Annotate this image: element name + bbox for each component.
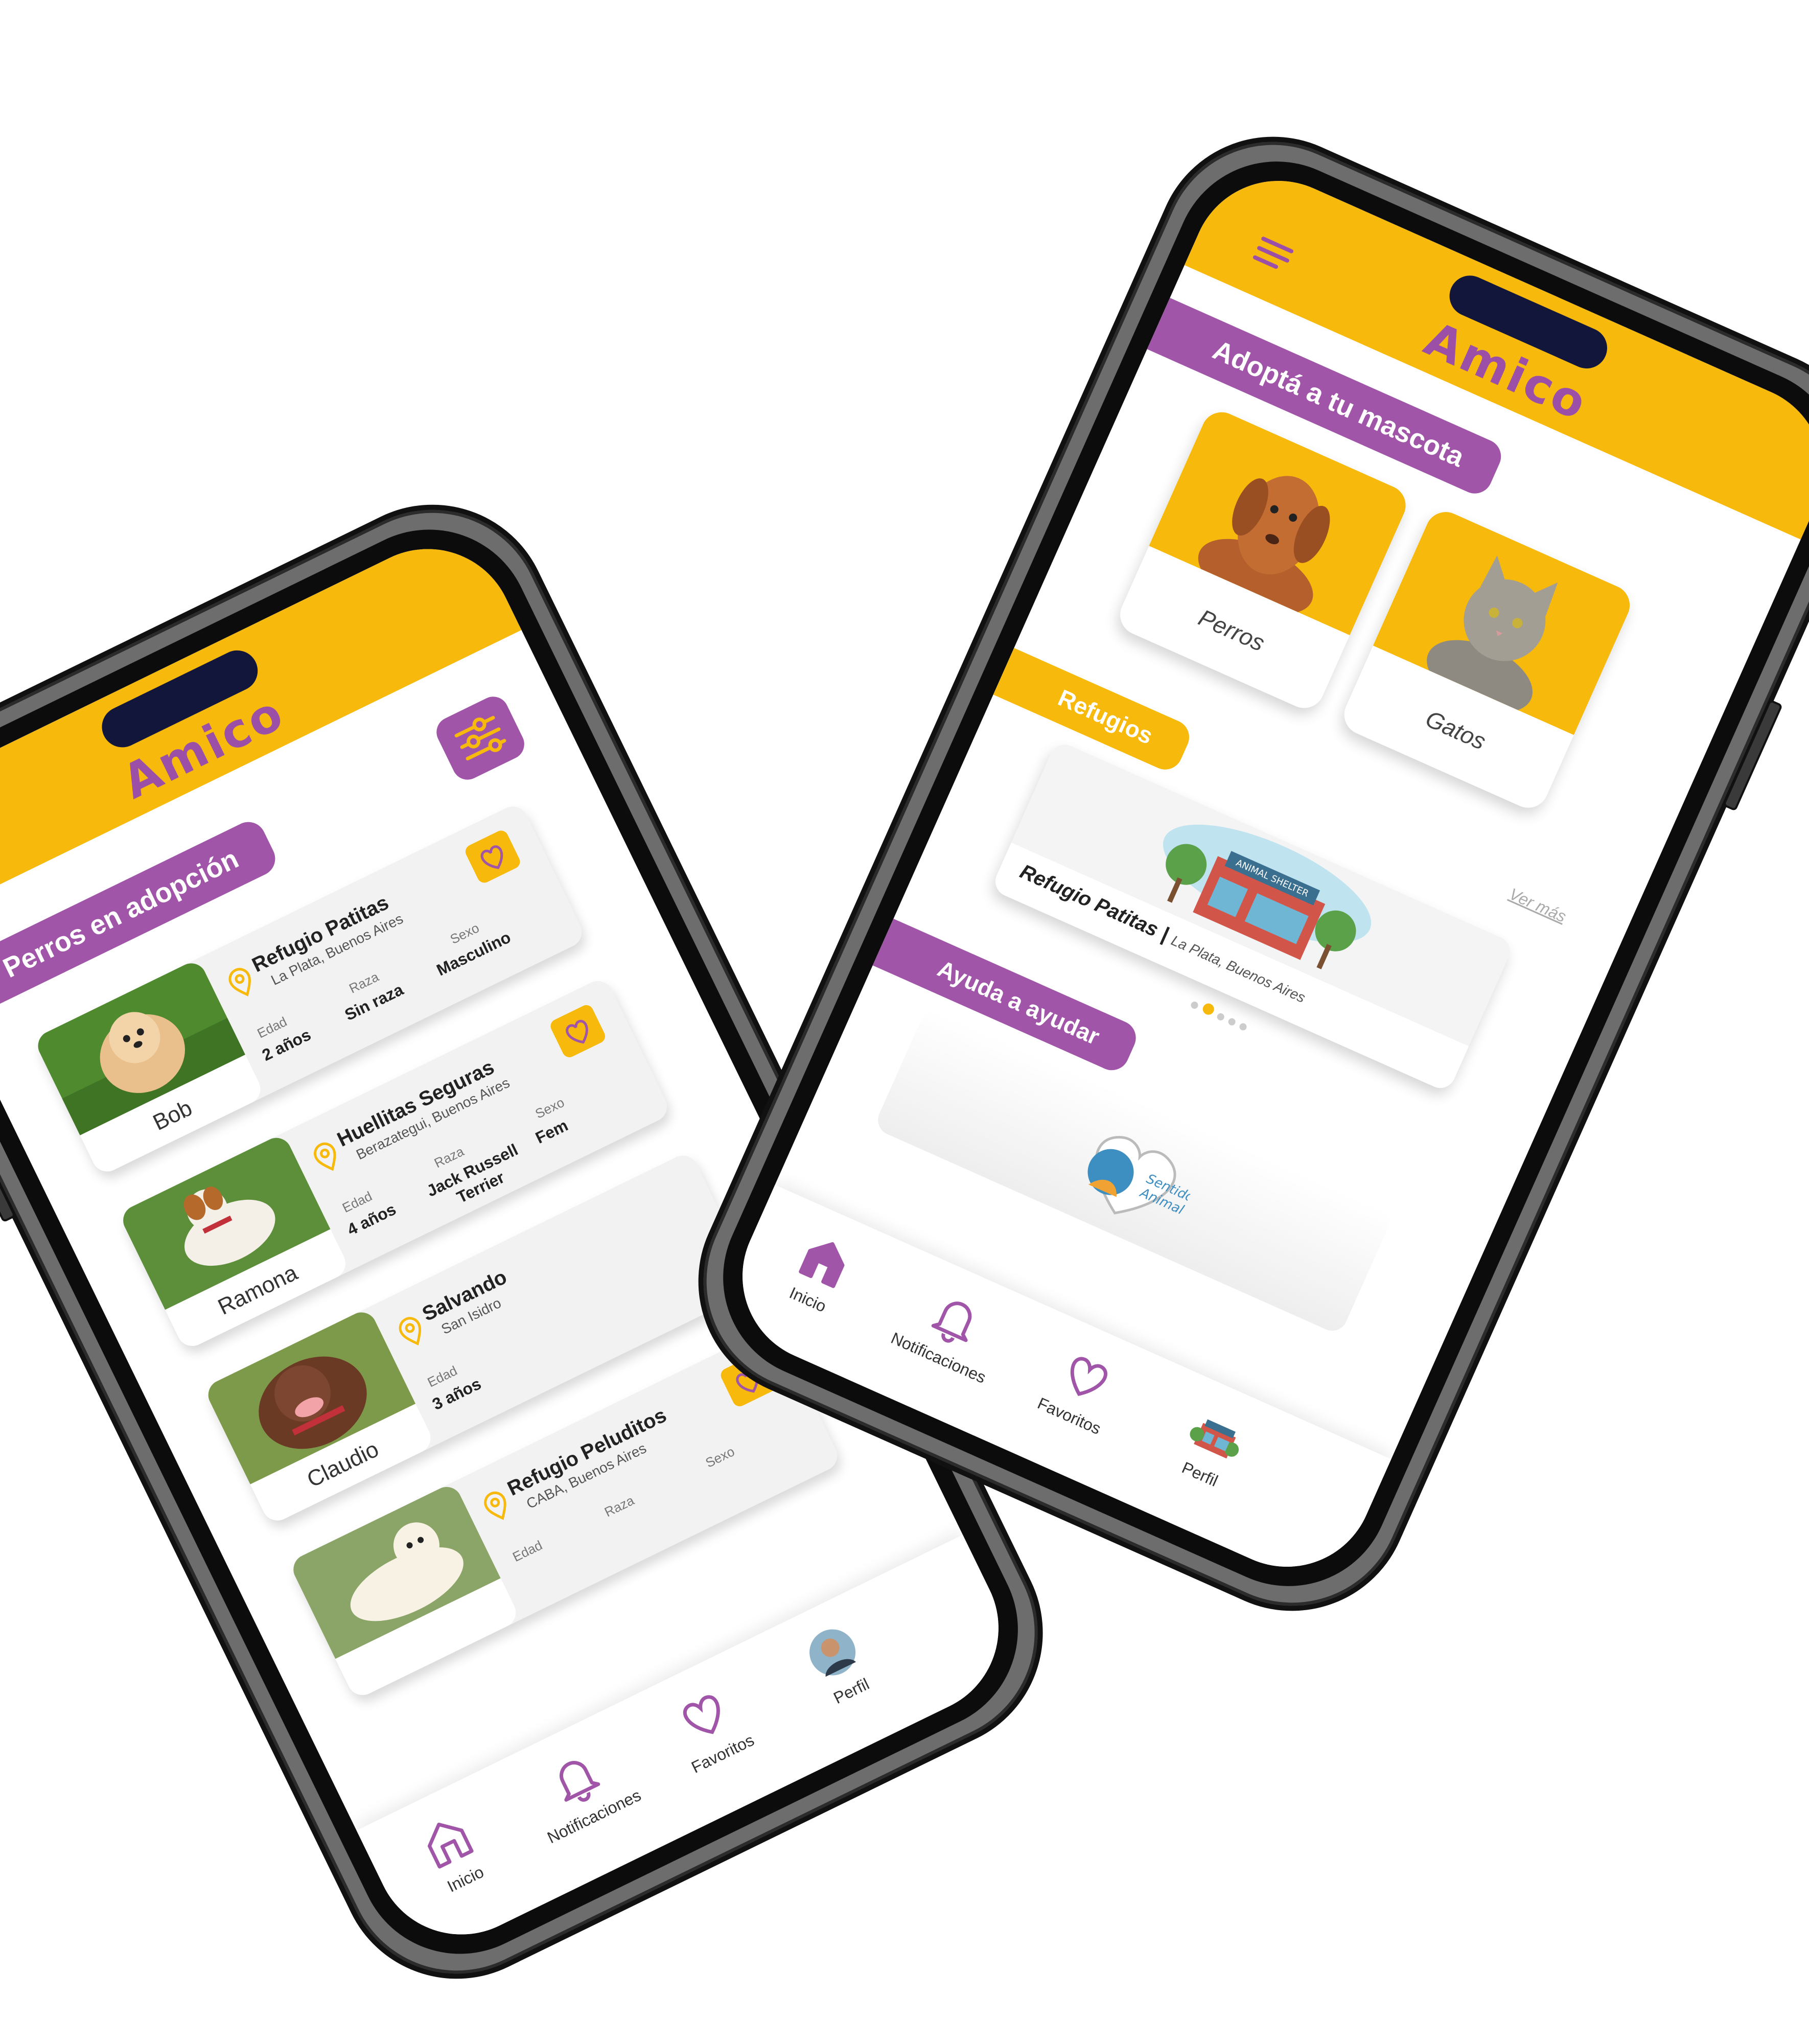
sex-value: Fem — [532, 1116, 571, 1147]
location-pin-icon — [484, 1491, 506, 1520]
nav-home[interactable]: Inicio — [743, 1207, 897, 1335]
carousel-dot-active[interactable] — [1201, 1002, 1216, 1017]
location-pin-icon — [314, 1142, 336, 1171]
heart-icon — [480, 845, 503, 869]
sentido-animal-logo: Sentido Animal — [1087, 1136, 1196, 1218]
nav-notifications[interactable]: Notificaciones — [503, 1724, 658, 1854]
nav-favorites[interactable]: Favoritos — [632, 1661, 786, 1792]
nav-profile[interactable]: Perfil — [760, 1598, 915, 1729]
sliders-icon — [454, 716, 506, 761]
heart-icon — [566, 1019, 588, 1044]
nav-home[interactable]: Inicio — [375, 1786, 529, 1917]
favorite-button[interactable] — [463, 828, 523, 886]
screen: Amico Adoptá a tu mascota Perros Gatos R… — [714, 153, 1809, 1595]
pet-photo — [288, 1481, 521, 1701]
sex-label: Sexo — [703, 1443, 737, 1471]
dog-photo-labrador — [288, 1481, 501, 1659]
pet-photo: Bob — [33, 958, 266, 1177]
filter-button[interactable] — [431, 691, 529, 785]
favorite-button[interactable] — [548, 1003, 608, 1060]
nav-profile[interactable]: Perfil — [1135, 1382, 1290, 1510]
carousel-dot[interactable] — [1227, 1017, 1237, 1027]
carousel-dot[interactable] — [1190, 1000, 1199, 1010]
age-label: Edad — [510, 1537, 545, 1565]
pet-photo: Claudio — [203, 1307, 436, 1526]
breed-value: Jack Russell Terrier — [424, 1140, 521, 1207]
carousel-dot[interactable] — [1238, 1022, 1248, 1032]
nav-notifications[interactable]: Notificaciones — [874, 1266, 1028, 1393]
location-pin-icon — [399, 1317, 422, 1345]
carousel-dots — [1189, 997, 1254, 1036]
breed-label: Raza — [601, 1492, 637, 1520]
menu-icon[interactable] — [1246, 227, 1301, 282]
pet-photo: Ramona — [118, 1132, 351, 1352]
carousel-dot[interactable] — [1216, 1012, 1225, 1022]
location-pin-icon — [228, 968, 251, 996]
see-more-link[interactable]: Ver más — [1506, 885, 1569, 926]
nav-favorites[interactable]: Favoritos — [1005, 1324, 1159, 1452]
phone-home-screen: Amico Adoptá a tu mascota Perros Gatos R… — [661, 99, 1809, 1649]
